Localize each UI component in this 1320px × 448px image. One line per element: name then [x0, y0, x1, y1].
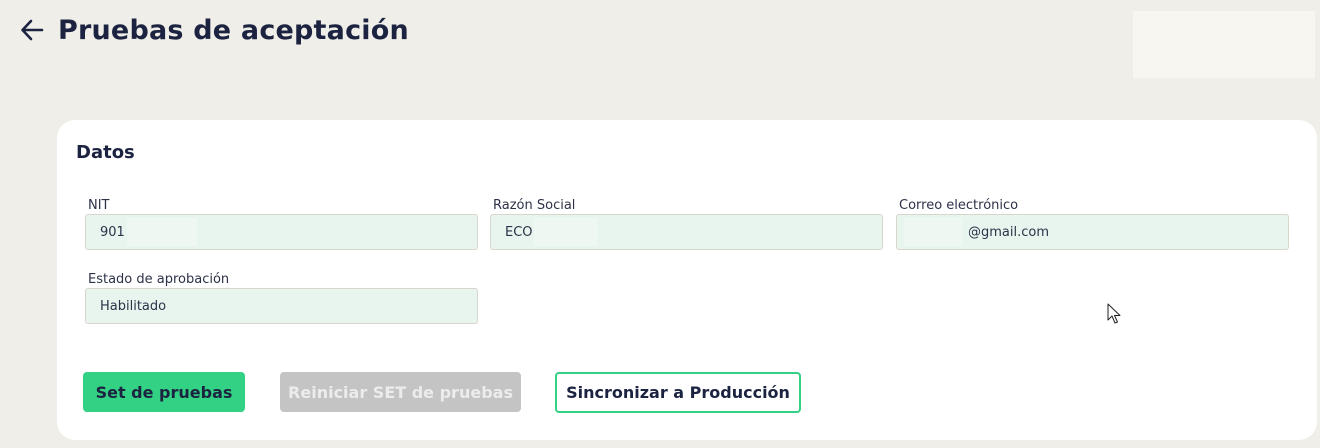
reiniciar-set-button[interactable]: Reiniciar SET de pruebas [280, 372, 521, 412]
sincronizar-produccion-button[interactable]: Sincronizar a Producción [555, 372, 801, 413]
redacted-area [534, 218, 598, 246]
redacted-area [904, 218, 962, 246]
redacted-area [127, 218, 197, 246]
mouse-cursor-icon [1107, 303, 1121, 324]
back-button[interactable] [16, 14, 48, 46]
set-pruebas-button[interactable]: Set de pruebas [83, 372, 245, 412]
datos-card: Datos NIT Razón Social Correo electrónic… [57, 120, 1317, 440]
razon-social-label: Razón Social [493, 198, 576, 213]
nit-label: NIT [88, 198, 110, 213]
page-title: Pruebas de aceptación [58, 15, 409, 46]
arrow-left-icon [21, 19, 44, 41]
card-title: Datos [76, 142, 135, 163]
estado-input[interactable] [85, 288, 478, 324]
email-label: Correo electrónico [899, 198, 1019, 213]
estado-label: Estado de aprobación [88, 272, 230, 287]
page-header: Pruebas de aceptación [0, 0, 1320, 90]
header-placeholder [1133, 11, 1315, 78]
